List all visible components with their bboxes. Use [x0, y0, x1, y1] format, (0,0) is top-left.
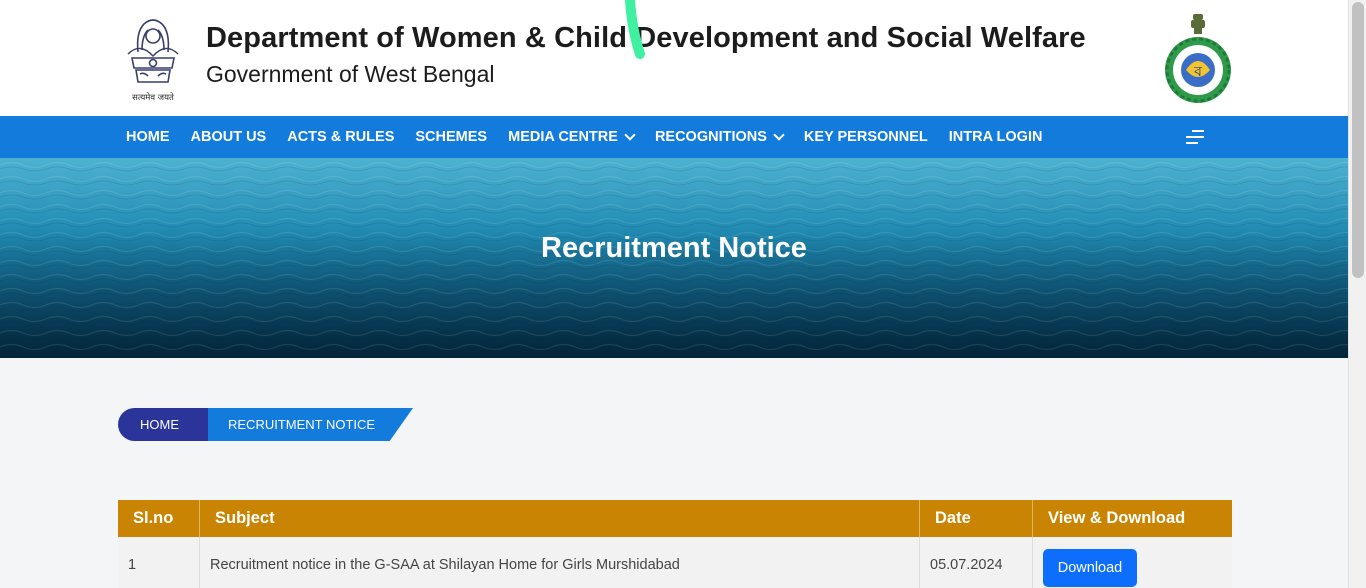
west-bengal-logo-icon: ব	[1165, 14, 1231, 103]
column-header-subject: Subject	[200, 500, 920, 537]
site-subtitle: Government of West Bengal	[206, 61, 495, 87]
scrollbar-thumb[interactable]	[1352, 2, 1364, 278]
nav-item-intra-login[interactable]: INTRA LOGIN	[949, 129, 1043, 145]
nav-item-label: KEY PERSONNEL	[803, 129, 928, 145]
nav-item-acts-rules[interactable]: ACTS & RULES	[287, 129, 394, 145]
breadcrumb-current: RECRUITMENT NOTICE	[180, 408, 413, 441]
nav-menu: HOME ABOUT US ACTS & RULES SCHEMES MEDIA…	[126, 116, 1063, 158]
column-header-date: Date	[920, 500, 1033, 537]
cell-slno: 1	[118, 537, 200, 588]
page: सत्यमेव जयते Department of Women & Child…	[0, 0, 1348, 588]
nav-item-label: ACTS & RULES	[287, 129, 395, 145]
green-pen-mark	[625, 0, 645, 59]
chevron-down-icon	[773, 129, 785, 141]
column-header-slno: Sl.no	[118, 500, 200, 537]
chevron-down-icon	[624, 129, 636, 141]
page-banner: Recruitment Notice	[0, 158, 1348, 358]
nav-item-label: SCHEMES	[415, 129, 488, 145]
nav-item-label: INTRA LOGIN	[948, 129, 1043, 145]
table-header: Sl.no Subject Date View & Download	[118, 500, 1232, 537]
download-button[interactable]: Download	[1043, 549, 1137, 587]
column-header-view-download: View & Download	[1048, 509, 1186, 527]
nav-item-recognitions[interactable]: RECOGNITIONS	[654, 129, 785, 145]
menu-icon[interactable]	[1184, 128, 1206, 146]
nav-item-home[interactable]: HOME	[126, 129, 170, 145]
svg-text:ব: ব	[1193, 64, 1202, 80]
scrollbar[interactable]	[1348, 0, 1366, 588]
page-title: Recruitment Notice	[541, 232, 807, 264]
nav-item-about-us[interactable]: ABOUT US	[191, 129, 267, 145]
cell-date: 05.07.2024	[920, 537, 1033, 588]
site-header: सत्यमेव जयते Department of Women & Child…	[0, 0, 1348, 116]
nav-item-schemes[interactable]: SCHEMES	[415, 129, 487, 145]
ashoka-emblem-icon: सत्यमेव जयते	[127, 19, 179, 103]
cell-subject: Recruitment notice in the G-SAA at Shila…	[200, 537, 920, 588]
nav-item-label: ABOUT US	[190, 129, 267, 145]
emblem-caption: सत्यमेव जयते	[132, 92, 174, 103]
nav-item-key-personnel[interactable]: KEY PERSONNEL	[804, 129, 928, 145]
nav-item-label: MEDIA CENTRE	[508, 129, 618, 145]
nav-item-media-centre[interactable]: MEDIA CENTRE	[508, 129, 636, 145]
table-row: 1 Recruitment notice in the G-SAA at Shi…	[118, 537, 1232, 588]
cell-action: Download	[1033, 537, 1232, 588]
recruitment-table: Sl.no Subject Date View & Download 1 Rec…	[118, 500, 1232, 588]
nav-item-label: RECOGNITIONS	[654, 129, 767, 145]
main-nav: HOME ABOUT US ACTS & RULES SCHEMES MEDIA…	[0, 116, 1348, 158]
nav-item-label: HOME	[126, 129, 170, 145]
